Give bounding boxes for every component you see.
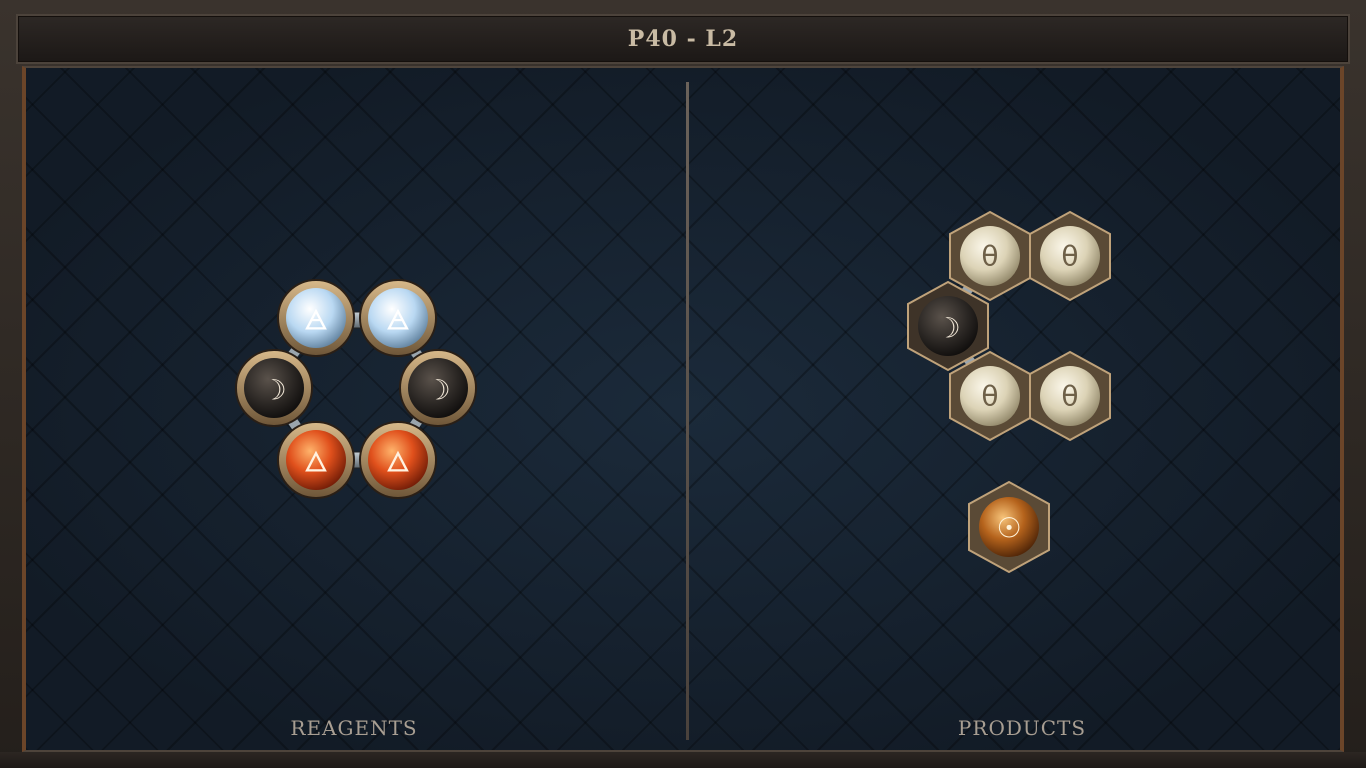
product-molecule[interactable]: θ θ ☽ θ θ (907, 210, 1111, 442)
molecule-layer: 🜁 🜁 ☽ ☽ 🜂 🜂 θ θ ☽ θ θ ☉ (235, 210, 1111, 574)
theta-icon: θ (1061, 240, 1078, 273)
atom-fire: 🜂 (277, 421, 355, 499)
theta-icon: θ (981, 240, 998, 273)
air-triangle-icon: 🜁 (304, 304, 328, 337)
atom-salt: ☽ (235, 349, 313, 427)
moon-icon: ☽ (261, 374, 286, 407)
atom-quicksilver: θ (949, 210, 1031, 302)
atom-quicksilver: θ (949, 350, 1031, 442)
theta-icon: θ (981, 380, 998, 413)
game-frame: P40 - L2 REAGENTS PRODUCTS 🜁 🜁 ☽ ☽ 🜂 🜂 θ… (0, 0, 1366, 768)
reagent-molecule[interactable]: 🜁 🜁 ☽ ☽ 🜂 🜂 (235, 279, 477, 499)
moon-icon: ☽ (425, 374, 450, 407)
atom-salt: ☽ (907, 280, 989, 372)
atom-quicksilver: θ (1029, 210, 1111, 302)
fire-triangle-icon: 🜂 (304, 446, 328, 479)
sun-icon: ☉ (996, 512, 1021, 545)
atom-salt: ☽ (399, 349, 477, 427)
atom-air: 🜁 (359, 279, 437, 357)
product-molecule-gold[interactable]: ☉ (968, 480, 1050, 574)
atom-gold: ☉ (968, 480, 1050, 574)
air-triangle-icon: 🜁 (386, 304, 410, 337)
moon-icon: ☽ (935, 312, 960, 345)
atom-fire: 🜂 (359, 421, 437, 499)
atom-air: 🜁 (277, 279, 355, 357)
theta-icon: θ (1061, 380, 1078, 413)
fire-triangle-icon: 🜂 (386, 446, 410, 479)
atom-quicksilver: θ (1029, 350, 1111, 442)
